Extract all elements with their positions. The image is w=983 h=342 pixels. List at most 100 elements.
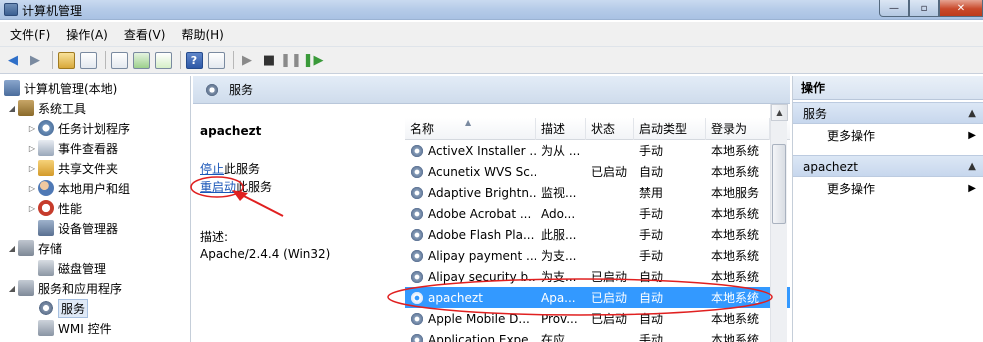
gear-icon bbox=[205, 82, 219, 97]
properties-icon[interactable] bbox=[110, 51, 128, 69]
console-tree: 计算机管理(本地) ◢ 系统工具 ▷ 任务计划程序 ▷ 事件查看器 ▷ 共享文件… bbox=[0, 76, 191, 342]
up-folder-icon[interactable] bbox=[57, 51, 75, 69]
service-name: Adobe Flash Pla... bbox=[428, 227, 535, 242]
service-row[interactable]: apachezt Apa... 已启动 自动 本地系统 bbox=[405, 287, 790, 308]
refresh-icon[interactable] bbox=[132, 51, 150, 69]
column-status-header[interactable]: 状态 bbox=[586, 118, 634, 140]
column-name-header[interactable]: ▲ 名称 bbox=[405, 118, 536, 140]
service-row[interactable]: Application Expe... 在应... 手动 本地系统 bbox=[405, 329, 790, 342]
service-logon: 本地系统 bbox=[711, 249, 760, 263]
close-button[interactable]: ✕ bbox=[939, 0, 983, 17]
service-startup: 手动 bbox=[639, 144, 664, 158]
service-gear-icon bbox=[410, 206, 424, 221]
vertical-scrollbar[interactable]: ▲ bbox=[770, 104, 788, 342]
service-name: ActiveX Installer ... bbox=[428, 143, 536, 158]
service-logon: 本地系统 bbox=[711, 270, 760, 284]
column-description-header[interactable]: 描述 bbox=[536, 118, 586, 140]
help-icon[interactable]: ? bbox=[185, 51, 203, 69]
menu-action[interactable]: 操作(A) bbox=[66, 26, 108, 43]
tree-item-wmi-control[interactable]: WMI 控件 bbox=[38, 318, 112, 338]
tree-item-device-manager[interactable]: 设备管理器 bbox=[38, 218, 118, 238]
service-desc: 为支... bbox=[541, 249, 577, 263]
sort-ascending-icon: ▲ bbox=[465, 118, 472, 127]
tree-item-computer-management[interactable]: 计算机管理(本地) bbox=[4, 78, 117, 98]
service-row[interactable]: Adobe Flash Pla... 此服... 手动 本地系统 bbox=[405, 224, 790, 245]
service-row[interactable]: Adobe Acrobat ... Ado... 手动 本地系统 bbox=[405, 203, 790, 224]
tree-item-services[interactable]: 服务 bbox=[38, 298, 89, 318]
service-name: Adaptive Brightn... bbox=[428, 185, 536, 200]
service-gear-icon bbox=[410, 227, 424, 242]
restart-service-line: 重启动此服务 bbox=[200, 180, 273, 194]
service-row[interactable]: Alipay security b... 为支... 已启动 自动 本地系统 bbox=[405, 266, 790, 287]
service-logon: 本地系统 bbox=[711, 291, 760, 305]
service-gear-icon bbox=[410, 164, 424, 179]
scroll-thumb[interactable] bbox=[772, 144, 786, 224]
back-arrow-icon[interactable]: ◀ bbox=[4, 51, 22, 69]
show-hide-tree-icon[interactable] bbox=[79, 51, 97, 69]
actions-group-services[interactable]: 服务 ▲ bbox=[793, 102, 983, 124]
menu-file[interactable]: 文件(F) bbox=[10, 26, 50, 43]
services-apps-icon bbox=[18, 280, 34, 296]
menu-help[interactable]: 帮助(H) bbox=[181, 26, 223, 43]
collapse-triangle-icon[interactable]: ◢ bbox=[6, 104, 18, 113]
more-actions-services[interactable]: 更多操作 ▶ bbox=[793, 125, 983, 147]
stop-service-line: 停止此服务 bbox=[200, 162, 261, 176]
stop-service-link[interactable]: 停止 bbox=[200, 162, 224, 176]
services-list-header: ▲ 名称 描述 状态 启动类型 登录为 bbox=[405, 118, 790, 140]
expand-triangle-icon[interactable]: ▷ bbox=[26, 164, 38, 173]
collapse-triangle-icon[interactable]: ◢ bbox=[6, 244, 18, 253]
service-gear-icon bbox=[410, 332, 424, 342]
disk-icon bbox=[38, 260, 54, 276]
tree-item-disk-management[interactable]: 磁盘管理 bbox=[38, 258, 106, 278]
expand-triangle-icon[interactable]: ▷ bbox=[26, 144, 38, 153]
service-detail-pane: apachezt 停止此服务 重启动此服务 描述: Apache/2.4.4 (… bbox=[193, 104, 405, 342]
pause-service-icon[interactable]: ❚❚ bbox=[280, 51, 302, 69]
tree-item-task-scheduler[interactable]: ▷ 任务计划程序 bbox=[26, 118, 130, 138]
wmi-icon bbox=[38, 320, 54, 336]
service-logon: 本地系统 bbox=[711, 144, 760, 158]
expand-triangle-icon[interactable]: ▷ bbox=[26, 124, 38, 133]
storage-icon bbox=[18, 240, 34, 256]
expand-triangle-icon[interactable]: ▷ bbox=[26, 204, 38, 213]
tree-item-local-users-groups[interactable]: ▷ 本地用户和组 bbox=[26, 178, 130, 198]
tree-item-event-viewer[interactable]: ▷ 事件查看器 bbox=[26, 138, 118, 158]
tree-item-performance[interactable]: ▷ 性能 bbox=[26, 198, 82, 218]
services-header: 服务 bbox=[193, 76, 790, 104]
tree-item-storage[interactable]: ◢ 存储 bbox=[6, 238, 62, 258]
export-list-icon[interactable] bbox=[154, 51, 172, 69]
collapse-triangle-icon[interactable]: ◢ bbox=[6, 284, 18, 293]
scroll-up-icon[interactable]: ▲ bbox=[771, 104, 788, 121]
service-status: 已启动 bbox=[591, 291, 628, 305]
menu-view[interactable]: 查看(V) bbox=[124, 26, 166, 43]
start-service-icon[interactable]: ▶ bbox=[238, 51, 256, 69]
tree-item-services-and-applications[interactable]: ◢ 服务和应用程序 bbox=[6, 278, 122, 298]
expand-triangle-icon[interactable]: ▷ bbox=[26, 184, 38, 193]
collapse-up-icon[interactable]: ▲ bbox=[968, 156, 976, 178]
restart-service-icon[interactable]: ❚▶ bbox=[303, 51, 324, 69]
service-row[interactable]: Apple Mobile D... Prov... 已启动 自动 本地系统 bbox=[405, 308, 790, 329]
service-row[interactable]: Acunetix WVS Sc... 已启动 自动 本地系统 bbox=[405, 161, 790, 182]
forward-arrow-icon[interactable]: ▶ bbox=[26, 51, 44, 69]
tools-icon bbox=[18, 100, 34, 116]
service-startup: 手动 bbox=[639, 333, 664, 342]
tree-item-system-tools[interactable]: ◢ 系统工具 bbox=[6, 98, 86, 118]
service-row[interactable]: ActiveX Installer ... 为从 ... 手动 本地系统 bbox=[405, 140, 790, 161]
service-desc: 为从 ... bbox=[541, 144, 581, 158]
maximize-button[interactable]: ▫ bbox=[909, 0, 939, 17]
column-startup-type-header[interactable]: 启动类型 bbox=[634, 118, 706, 140]
service-startup: 自动 bbox=[639, 270, 664, 284]
tree-item-shared-folders[interactable]: ▷ 共享文件夹 bbox=[26, 158, 118, 178]
service-name: Apple Mobile D... bbox=[428, 311, 530, 326]
service-logon: 本地系统 bbox=[711, 333, 760, 342]
window-controls: — ▫ ✕ bbox=[879, 0, 983, 18]
restart-service-link[interactable]: 重启动 bbox=[200, 180, 236, 194]
minimize-button[interactable]: — bbox=[879, 0, 909, 17]
service-row[interactable]: Alipay payment ... 为支... 手动 本地系统 bbox=[405, 245, 790, 266]
more-actions-apachezt[interactable]: 更多操作 ▶ bbox=[793, 178, 983, 200]
service-row[interactable]: Adaptive Brightn... 监视... 禁用 本地服务 bbox=[405, 182, 790, 203]
stop-service-icon[interactable]: ■ bbox=[260, 51, 278, 69]
actions-group-apachezt[interactable]: apachezt ▲ bbox=[793, 155, 983, 177]
show-action-pane-icon[interactable] bbox=[207, 51, 225, 69]
collapse-up-icon[interactable]: ▲ bbox=[968, 103, 976, 125]
column-logon-as-header[interactable]: 登录为 bbox=[706, 118, 770, 140]
